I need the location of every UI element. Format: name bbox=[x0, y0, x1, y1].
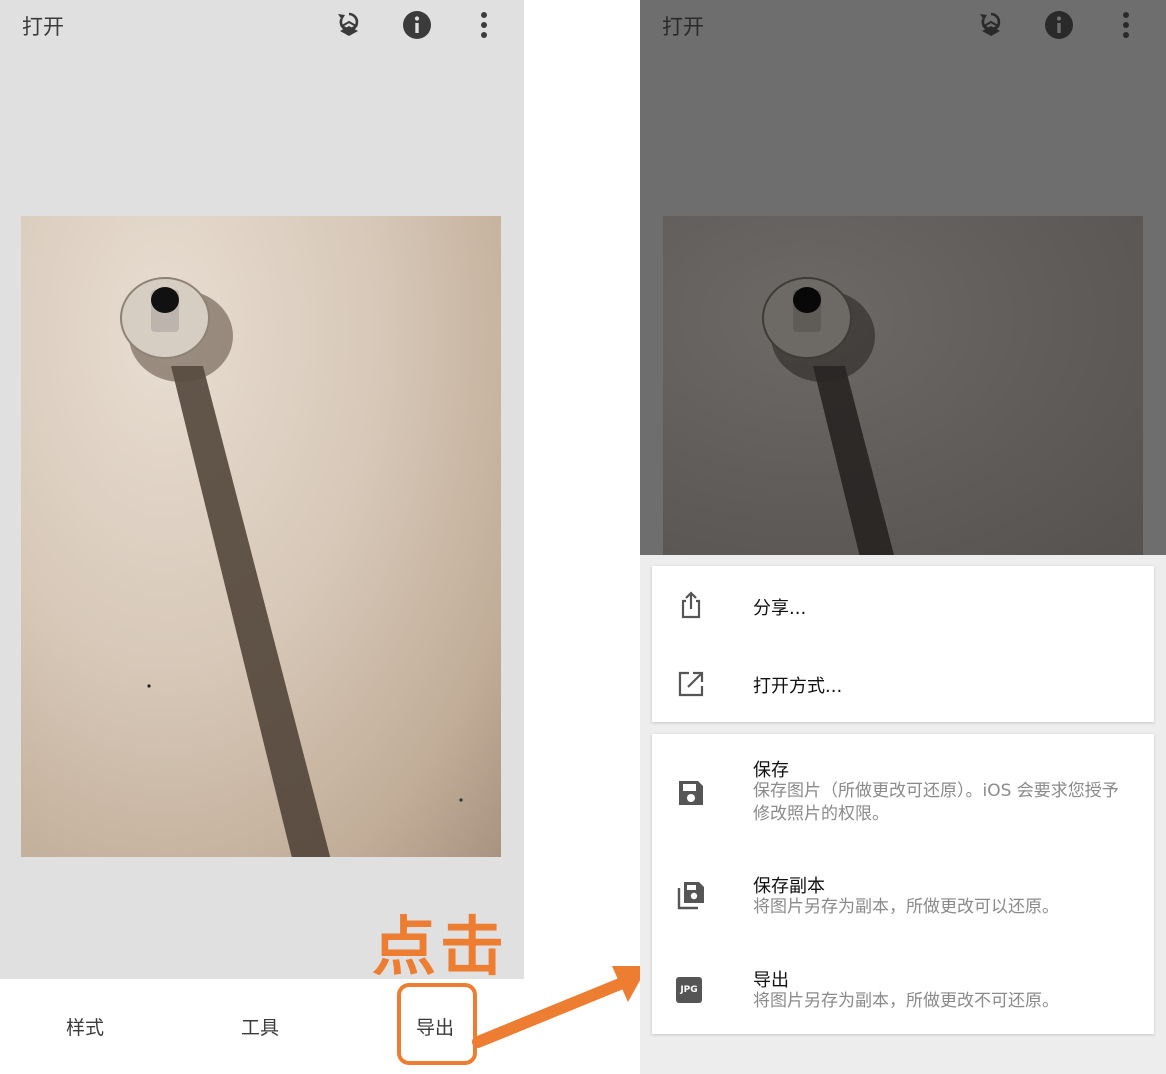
undo-layers-icon[interactable] bbox=[332, 8, 366, 42]
more-vert-icon[interactable] bbox=[467, 8, 501, 42]
wall-hook-photo bbox=[762, 277, 894, 555]
info-icon bbox=[1042, 8, 1076, 42]
save-copy-title: 保存副本 bbox=[753, 876, 825, 897]
open-button: 打开 bbox=[662, 15, 704, 39]
export-menu-screen: 打开 分享... 打开方式... 保存 保存图片（所做更改可还原）。iOS 会要… bbox=[640, 0, 1166, 1074]
dimmed-backdrop[interactable]: 打开 bbox=[640, 0, 1166, 555]
open-with-label: 打开方式... bbox=[753, 676, 843, 697]
save-copy-icon bbox=[676, 880, 706, 910]
save-description: 保存图片（所做更改可还原）。iOS 会要求您授予修改照片的权限。 bbox=[753, 781, 1119, 824]
save-copy-description: 将图片另存为副本，所做更改可以还原。 bbox=[753, 897, 1059, 917]
open-with-menu-item[interactable]: 打开方式... bbox=[652, 644, 1154, 722]
save-menu-card: 保存 保存图片（所做更改可还原）。iOS 会要求您授予修改照片的权限。 保存副本… bbox=[652, 734, 1154, 1034]
open-button[interactable]: 打开 bbox=[22, 11, 64, 41]
export-description: 将图片另存为副本，所做更改不可还原。 bbox=[753, 991, 1059, 1011]
annotation-arrow bbox=[472, 966, 648, 1048]
export-menu-item[interactable]: JPG 导出 将图片另存为副本，所做更改不可还原。 bbox=[652, 939, 1154, 1034]
share-icon bbox=[676, 590, 706, 620]
wall-hook-photo bbox=[120, 277, 463, 857]
jpg-icon: JPG bbox=[676, 977, 702, 1003]
info-icon[interactable] bbox=[400, 8, 434, 42]
save-menu-item[interactable]: 保存 保存图片（所做更改可还原）。iOS 会要求您授予修改照片的权限。 bbox=[652, 734, 1154, 844]
tab-tools[interactable]: 工具 bbox=[241, 1013, 279, 1040]
top-bar: 打开 bbox=[640, 0, 1166, 50]
export-highlight-box bbox=[397, 983, 477, 1065]
save-copy-menu-item[interactable]: 保存副本 将图片另存为副本，所做更改可以还原。 bbox=[652, 844, 1154, 939]
photo-preview bbox=[663, 216, 1143, 555]
save-icon bbox=[676, 778, 706, 808]
top-bar: 打开 bbox=[0, 0, 524, 50]
share-menu-card: 分享... 打开方式... bbox=[652, 566, 1154, 722]
share-label: 分享... bbox=[753, 598, 807, 619]
save-title: 保存 bbox=[753, 760, 789, 781]
more-vert-icon bbox=[1109, 8, 1143, 42]
undo-layers-icon bbox=[974, 8, 1008, 42]
tab-styles[interactable]: 样式 bbox=[66, 1013, 104, 1040]
photo-preview bbox=[21, 216, 501, 857]
export-title: 导出 bbox=[753, 970, 789, 991]
share-menu-item[interactable]: 分享... bbox=[652, 566, 1154, 644]
open-external-icon bbox=[676, 669, 706, 699]
